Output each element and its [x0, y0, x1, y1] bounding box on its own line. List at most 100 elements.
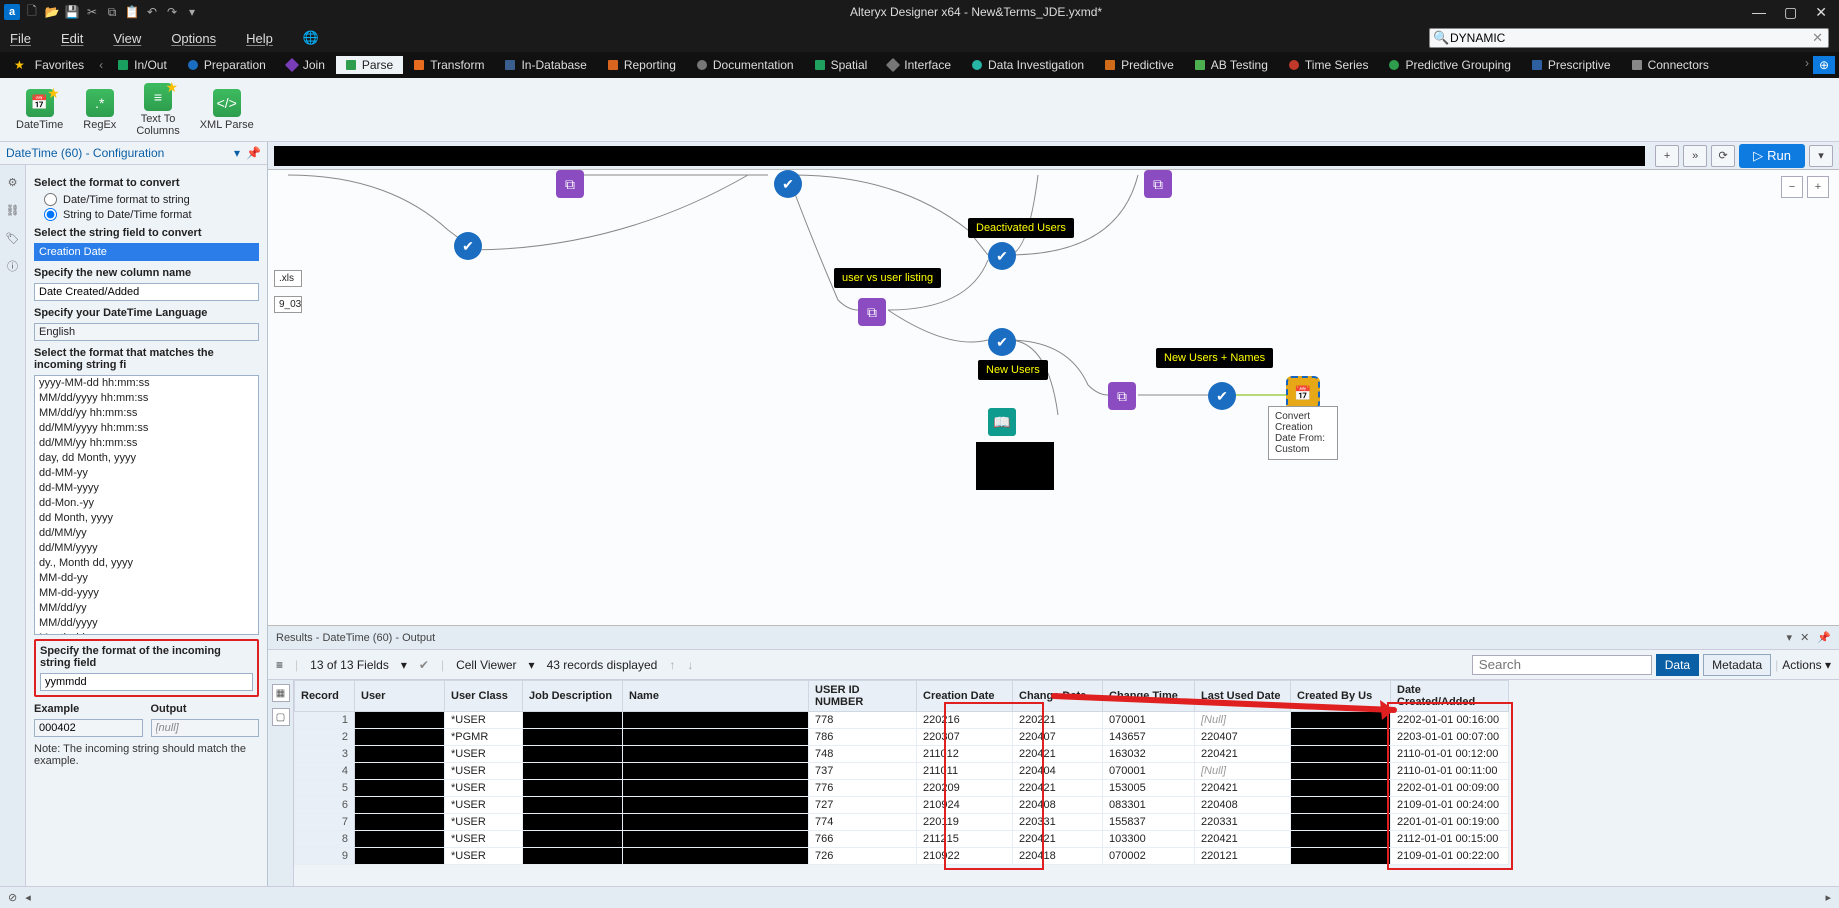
- cell[interactable]: *USER: [445, 848, 523, 865]
- cell[interactable]: 211012: [917, 746, 1013, 763]
- cell[interactable]: [523, 746, 623, 763]
- link-icon[interactable]: ⛓: [4, 201, 22, 219]
- cell[interactable]: [523, 814, 623, 831]
- tool-texttocol[interactable]: ≡★Text To Columns: [136, 83, 179, 137]
- cell[interactable]: 220408: [1195, 797, 1291, 814]
- dropdown-icon[interactable]: ▾: [184, 4, 200, 20]
- cell[interactable]: [355, 746, 445, 763]
- cell[interactable]: 2109-01-01 00:24:00: [1391, 797, 1509, 814]
- tool-xmlparse[interactable]: </>XML Parse: [200, 89, 254, 131]
- cell[interactable]: [523, 848, 623, 865]
- cell[interactable]: 766: [809, 831, 917, 848]
- table-row[interactable]: 4*USER737211011220404070001[Null]2110-01…: [295, 763, 1509, 780]
- cell[interactable]: 2109-01-01 00:22:00: [1391, 848, 1509, 865]
- format-option[interactable]: dd-MM-yyyy: [35, 481, 258, 496]
- palette-indb[interactable]: In-Database: [495, 56, 596, 74]
- join-tool-4[interactable]: ⧉: [1108, 382, 1136, 410]
- cell[interactable]: 1: [295, 712, 355, 729]
- cell[interactable]: 083301: [1103, 797, 1195, 814]
- filter-tool-5[interactable]: ✔: [1208, 382, 1236, 410]
- undo-icon[interactable]: ↶: [144, 4, 160, 20]
- table-row[interactable]: 9*USER7262109222204180700022201212109-01…: [295, 848, 1509, 865]
- cell[interactable]: 220209: [917, 780, 1013, 797]
- cell[interactable]: [1291, 848, 1391, 865]
- format-option[interactable]: Month dd, yyyy: [35, 631, 258, 635]
- cell[interactable]: 103300: [1103, 831, 1195, 848]
- cell[interactable]: 5: [295, 780, 355, 797]
- cell[interactable]: 220421: [1195, 831, 1291, 848]
- join-tool[interactable]: ⧉: [556, 170, 584, 198]
- format-option[interactable]: MM/dd/yyyy: [35, 616, 258, 631]
- workflow-tab[interactable]: [274, 146, 1645, 166]
- column-header[interactable]: Creation Date: [917, 681, 1013, 712]
- records-icon[interactable]: ≡: [276, 658, 283, 672]
- cell[interactable]: 070001: [1103, 763, 1195, 780]
- format-option[interactable]: MM-dd-yy: [35, 571, 258, 586]
- chevron-left-icon[interactable]: ‹: [95, 58, 107, 72]
- palette-add[interactable]: ⊕: [1813, 56, 1835, 74]
- palette-datainv[interactable]: Data Investigation: [962, 56, 1094, 74]
- cell[interactable]: [1291, 831, 1391, 848]
- refresh-icon[interactable]: ⟳: [1711, 145, 1735, 167]
- column-header[interactable]: User: [355, 681, 445, 712]
- results-search-input[interactable]: [1472, 655, 1652, 675]
- cell[interactable]: 2202-01-01 00:09:00: [1391, 780, 1509, 797]
- cell[interactable]: 2110-01-01 00:11:00: [1391, 763, 1509, 780]
- cell[interactable]: *USER: [445, 746, 523, 763]
- menu-file[interactable]: File: [10, 31, 31, 46]
- cell[interactable]: 748: [809, 746, 917, 763]
- column-header[interactable]: Date Created/Added: [1391, 681, 1509, 712]
- cell[interactable]: [623, 797, 809, 814]
- filter-tool[interactable]: ✔: [454, 232, 482, 260]
- cell[interactable]: 7: [295, 814, 355, 831]
- cut-icon[interactable]: ✂: [84, 4, 100, 20]
- table-row[interactable]: 7*USER7742201192203311558372203312201-01…: [295, 814, 1509, 831]
- search-clear-icon[interactable]: ✕: [1812, 30, 1823, 46]
- minimize-icon[interactable]: ―: [1752, 4, 1766, 21]
- cell[interactable]: 220421: [1195, 780, 1291, 797]
- workflow-canvas[interactable]: − + .xls 9_03 ✔ ⧉ ✔: [268, 170, 1839, 626]
- cell[interactable]: 220404: [1013, 763, 1103, 780]
- tool-datetime[interactable]: 📅★DateTime: [16, 89, 63, 131]
- palette-favorites[interactable]: ★Favorites: [4, 56, 94, 74]
- dropdown-cellviewer-icon[interactable]: ▾: [529, 658, 535, 672]
- table-row[interactable]: 5*USER7762202092204211530052204212202-01…: [295, 780, 1509, 797]
- cell[interactable]: 153005: [1103, 780, 1195, 797]
- cell[interactable]: [623, 763, 809, 780]
- cell[interactable]: 220307: [917, 729, 1013, 746]
- cell[interactable]: [355, 814, 445, 831]
- check-icon[interactable]: ✔: [419, 658, 429, 672]
- metadata-view-button[interactable]: Metadata: [1703, 654, 1771, 676]
- cell[interactable]: [355, 831, 445, 848]
- format-option[interactable]: dd/MM/yyyy: [35, 541, 258, 556]
- results-grid[interactable]: RecordUserUser ClassJob DescriptionNameU…: [294, 680, 1509, 865]
- info-icon[interactable]: ⓘ: [4, 257, 22, 275]
- new-icon[interactable]: 🗋: [24, 4, 40, 20]
- cell[interactable]: 220408: [1013, 797, 1103, 814]
- format-option[interactable]: MM/dd/yy hh:mm:ss: [35, 406, 258, 421]
- single-view-icon[interactable]: ▢: [272, 708, 290, 726]
- format-option[interactable]: dd/MM/yyyy hh:mm:ss: [35, 421, 258, 436]
- tag-icon[interactable]: 🏷: [4, 229, 22, 247]
- close-icon[interactable]: ✕: [1815, 4, 1827, 21]
- nav-up-icon[interactable]: ↑: [669, 658, 675, 672]
- palette-parse[interactable]: Parse: [336, 56, 403, 74]
- pin-icon[interactable]: 📌: [246, 146, 261, 160]
- format-option[interactable]: dd-Mon.-yy: [35, 496, 258, 511]
- cell[interactable]: [Null]: [1195, 763, 1291, 780]
- cell[interactable]: 211011: [917, 763, 1013, 780]
- format-listbox[interactable]: yyyy-MM-dd hh:mm:ssMM/dd/yyyy hh:mm:ssMM…: [34, 375, 259, 635]
- table-row[interactable]: 3*USER7482110122204211630322204212110-01…: [295, 746, 1509, 763]
- join-tool-3[interactable]: ⧉: [1144, 170, 1172, 198]
- cell[interactable]: 8: [295, 831, 355, 848]
- cell[interactable]: 220407: [1195, 729, 1291, 746]
- cell[interactable]: 2201-01-01 00:19:00: [1391, 814, 1509, 831]
- cell[interactable]: 155837: [1103, 814, 1195, 831]
- grid-view-icon[interactable]: ▦: [272, 684, 290, 702]
- cell[interactable]: [623, 729, 809, 746]
- menu-view[interactable]: View: [113, 31, 141, 46]
- cell[interactable]: *USER: [445, 780, 523, 797]
- palette-prescriptive[interactable]: Prescriptive: [1522, 56, 1621, 74]
- cell[interactable]: [523, 763, 623, 780]
- format-option[interactable]: MM/dd/yyyy hh:mm:ss: [35, 391, 258, 406]
